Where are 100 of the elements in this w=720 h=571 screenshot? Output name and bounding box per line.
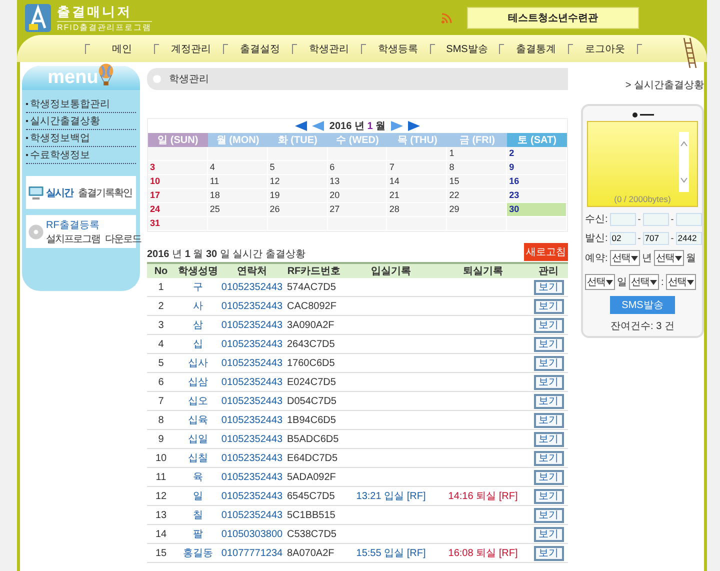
refresh-button[interactable]: 새로고침 — [524, 243, 568, 261]
select-field[interactable]: 선택 — [666, 274, 696, 290]
calendar-day[interactable]: 27 — [328, 203, 388, 217]
double-left-arrow-icon[interactable] — [295, 121, 308, 131]
nav-link[interactable]: 출결설정 — [228, 42, 292, 56]
select-field[interactable]: 선택 — [585, 274, 615, 290]
input-field[interactable]: 2442 — [676, 232, 702, 244]
input-field[interactable] — [610, 212, 636, 226]
calendar-day[interactable]: 29 — [447, 203, 508, 217]
student-name-link[interactable]: 십오 — [175, 392, 221, 410]
student-name-link[interactable]: 십 — [175, 334, 221, 354]
view-button[interactable]: 보기 — [534, 508, 564, 522]
calendar-day[interactable]: 16 — [507, 175, 567, 189]
phone-link[interactable]: 01052352443 — [221, 296, 283, 316]
view-button[interactable]: 보기 — [534, 356, 564, 370]
phone-link[interactable]: 01077771234 — [221, 544, 283, 562]
student-name-link[interactable]: 팔 — [175, 524, 221, 544]
phone-link[interactable]: 01052352443 — [221, 278, 283, 296]
view-button[interactable]: 보기 — [534, 546, 564, 560]
student-name-link[interactable]: 십삼 — [175, 372, 221, 392]
calendar-day[interactable]: 18 — [208, 189, 268, 203]
calendar-day[interactable]: 25 — [208, 203, 268, 217]
sidebar-menu-item[interactable]: 학생정보통합관리 — [30, 97, 110, 111]
view-button[interactable]: 보기 — [534, 526, 564, 542]
phone-link[interactable]: 01050303800 — [221, 524, 283, 544]
realtime-link[interactable]: > 실시간출결상황 — [625, 78, 704, 92]
student-name-link[interactable]: 일 — [175, 486, 221, 506]
calendar-day[interactable]: 4 — [208, 161, 268, 175]
phone-link[interactable]: 01052352443 — [221, 334, 283, 354]
input-field[interactable]: 02 — [610, 232, 636, 244]
phone-link[interactable]: 01052352443 — [221, 410, 283, 430]
phone-link[interactable]: 01052352443 — [221, 316, 283, 334]
student-name-link[interactable]: 십사 — [175, 354, 221, 372]
phone-link[interactable]: 01052352443 — [221, 486, 283, 506]
calendar-day[interactable]: 5 — [268, 161, 328, 175]
nav-link[interactable]: 메인 — [90, 42, 154, 56]
view-button[interactable]: 보기 — [534, 394, 564, 408]
calendar-day[interactable]: 22 — [447, 189, 508, 203]
view-button[interactable]: 보기 — [534, 470, 564, 484]
nav-link[interactable]: SMS발송 — [435, 42, 499, 56]
calendar-day[interactable]: 2 — [507, 147, 567, 161]
student-name-link[interactable]: 사 — [175, 296, 221, 316]
left-arrow-icon[interactable] — [312, 121, 324, 131]
select-field[interactable]: 선택 — [610, 250, 640, 266]
student-name-link[interactable]: 십칠 — [175, 448, 221, 468]
view-button[interactable]: 보기 — [534, 280, 564, 294]
view-button[interactable]: 보기 — [534, 336, 564, 352]
right-arrow-icon[interactable] — [390, 121, 403, 131]
phone-link[interactable]: 01052352443 — [221, 506, 283, 524]
phone-link[interactable]: 01052352443 — [221, 372, 283, 392]
calendar-day[interactable]: 1 — [447, 147, 508, 161]
phone-link[interactable]: 01052352443 — [221, 448, 283, 468]
input-field[interactable] — [676, 212, 702, 226]
calendar-day[interactable]: 24 — [148, 203, 208, 217]
phone-link[interactable]: 01052352443 — [221, 354, 283, 372]
calendar-day[interactable]: 20 — [328, 189, 388, 203]
student-name-link[interactable]: 구 — [175, 278, 221, 296]
phone-link[interactable]: 01052352443 — [221, 392, 283, 410]
double-right-arrow-icon[interactable] — [408, 121, 420, 131]
calendar-day[interactable]: 12 — [268, 175, 328, 189]
student-name-link[interactable]: 홍길동 — [175, 544, 221, 562]
nav-link[interactable]: 로그아웃 — [573, 42, 637, 56]
select-field[interactable]: 선택 — [654, 250, 684, 266]
calendar-day[interactable]: 17 — [148, 189, 208, 203]
calendar-day[interactable]: 8 — [447, 161, 508, 175]
nav-link[interactable]: 학생관리 — [297, 42, 361, 56]
calendar-day[interactable]: 19 — [268, 189, 328, 203]
student-name-link[interactable]: 육 — [175, 468, 221, 486]
calendar-day[interactable]: 6 — [328, 161, 388, 175]
calendar-day[interactable]: 28 — [387, 203, 448, 217]
calendar-day[interactable]: 7 — [387, 161, 448, 175]
calendar-day[interactable]: 23 — [507, 189, 567, 203]
phone-link[interactable]: 01052352443 — [221, 430, 283, 448]
calendar-day[interactable]: 10 — [148, 175, 208, 189]
input-field[interactable] — [642, 212, 669, 226]
input-field[interactable]: 707 — [642, 232, 669, 244]
select-field[interactable]: 선택 — [629, 274, 659, 290]
calendar-day[interactable]: 14 — [387, 175, 448, 189]
phone-link[interactable]: 01052352443 — [221, 468, 283, 486]
calendar-day[interactable]: 11 — [208, 175, 268, 189]
view-button[interactable]: 보기 — [534, 318, 564, 332]
view-button[interactable]: 보기 — [534, 450, 564, 466]
nav-link[interactable]: 출결통계 — [504, 42, 568, 56]
sidebar-menu-item[interactable]: 수료학생정보 — [30, 148, 90, 162]
sidebar-card[interactable]: 실시간 출결기록확인 — [26, 176, 136, 209]
calendar-day[interactable]: 31 — [148, 217, 208, 231]
calendar-day[interactable]: 15 — [447, 175, 508, 189]
view-button[interactable]: 보기 — [534, 298, 564, 314]
calendar-day[interactable]: 21 — [387, 189, 448, 203]
calendar-day[interactable]: 3 — [148, 161, 208, 175]
sidebar-menu-item[interactable]: 실시간출결상황 — [30, 114, 100, 128]
calendar-day[interactable]: 13 — [328, 175, 388, 189]
view-button[interactable]: 보기 — [534, 374, 564, 390]
view-button[interactable]: 보기 — [534, 412, 564, 428]
view-button[interactable]: 보기 — [534, 488, 564, 504]
sidebar-menu-item[interactable]: 학생정보백업 — [30, 131, 90, 145]
student-name-link[interactable]: 십일 — [175, 430, 221, 448]
student-name-link[interactable]: 칠 — [175, 506, 221, 524]
student-name-link[interactable]: 십육 — [175, 410, 221, 430]
view-button[interactable]: 보기 — [534, 432, 564, 446]
